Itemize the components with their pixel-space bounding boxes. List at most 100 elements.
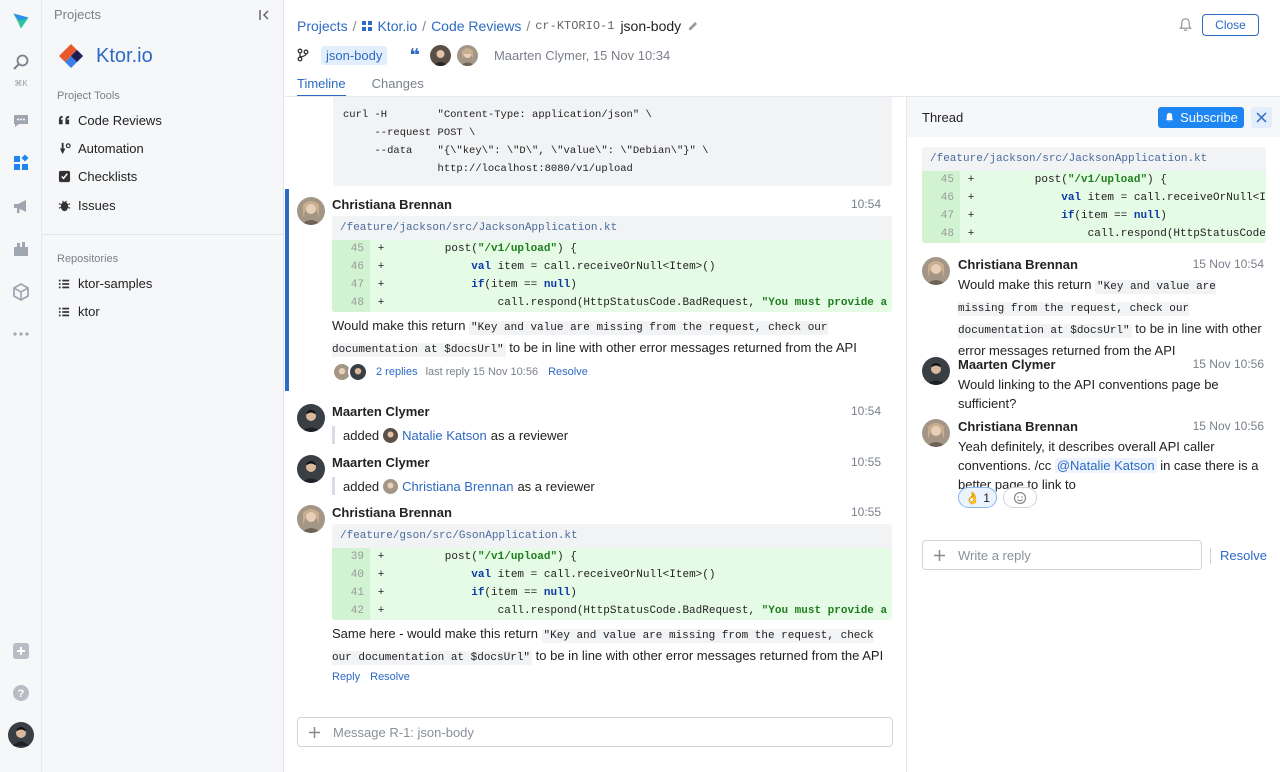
event-target[interactable]: Natalie Katson [402,428,487,443]
reviewer-avatar[interactable] [429,44,451,66]
reply-link[interactable]: Reply [332,671,360,683]
thread-header: Thread Subscribe [907,97,1280,137]
plus-icon[interactable] [933,549,946,562]
diff-file-path[interactable]: /feature/jackson/src/JacksonApplication.… [922,147,1266,171]
review-tabs: Timeline Changes [297,76,450,97]
sidebar-item-issues[interactable]: Issues [57,198,116,213]
event-target[interactable]: Christiana Brennan [402,479,513,494]
thread-message: Christiana Brennan 15 Nov 10:54 Would ma… [922,257,1266,358]
message-input[interactable]: Message R-1: json-body [297,717,893,747]
comment-body: Same here - would make this return "Key … [332,626,884,665]
message-author[interactable]: Christiana Brennan [958,257,1078,272]
resolve-link[interactable]: Resolve [370,671,410,683]
thread-panel: Thread Subscribe /feature/jackson/src/Ja… [906,97,1280,772]
tab-changes[interactable]: Changes [372,76,424,97]
planning-icon[interactable] [9,237,33,261]
subscribe-button[interactable]: Subscribe [1158,107,1244,128]
reply-placeholder: Write a reply [958,547,1031,563]
subscribe-label: Subscribe [1180,110,1238,125]
packages-icon[interactable] [9,280,33,304]
author-avatar[interactable] [297,455,325,483]
project-sidebar: Projects Ktor.io Project Tools Code Revi… [42,0,284,772]
thread-reply-input[interactable]: Write a reply [922,540,1202,570]
close-icon [1256,112,1267,123]
project-tools-heading: Project Tools [57,90,120,102]
megaphone-icon[interactable] [9,194,33,218]
sidebar-item-code-reviews[interactable]: Code Reviews [57,113,162,128]
author-avatar[interactable] [297,505,325,533]
sidebar-item-label: Code Reviews [78,113,162,128]
resolve-link[interactable]: Resolve [548,366,588,378]
crumb-code-reviews[interactable]: Code Reviews [431,18,521,34]
app-logo[interactable] [9,9,33,33]
crumb-project[interactable]: Ktor.io [377,18,417,34]
diff-line: 46 + val item = call.receiveOrNull<Ite [922,189,1266,207]
bell-icon[interactable] [1178,17,1193,32]
bug-icon [57,199,71,213]
sidebar-item-automation[interactable]: Automation [57,141,144,156]
search-icon[interactable] [9,50,33,74]
code-diff: /feature/gson/src/GsonApplication.kt 39 +… [332,524,892,620]
chat-icon[interactable] [9,109,33,133]
comment-body: Would make this return "Key and value ar… [332,318,857,357]
diff-line: 46 + val item = call.receiveOrNull<Item>(… [332,258,892,276]
review-quote-icon: ❝ [409,45,420,65]
sidebar-item-checklists[interactable]: Checklists [57,169,137,184]
event-action: added [343,427,380,443]
diff-line: 42 + call.respond(HttpStatusCode.BadReque… [332,602,892,620]
add-reaction-button[interactable] [1002,487,1037,508]
comment-time: 10:54 [850,197,881,211]
comment-author[interactable]: Christiana Brennan [332,197,452,212]
reaction-ok[interactable]: 👌 1 [958,487,997,508]
reviewer-avatar[interactable] [456,44,478,66]
repo-icon [57,277,71,291]
event-suffix: as a reviewer [490,427,569,443]
collapse-sidebar-icon[interactable] [257,8,271,22]
help-icon[interactable]: ? [9,681,33,705]
branch-badge[interactable]: json-body [321,45,388,65]
apps-icon[interactable] [9,151,33,175]
sidebar-item-ktor[interactable]: ktor [57,304,100,319]
author-avatar[interactable] [297,197,325,225]
active-thread-indicator [285,189,289,391]
timeline-comment[interactable]: Christiana Brennan 10:55 /feature/gson/s… [297,505,893,690]
comment-author[interactable]: Christiana Brennan [332,505,452,520]
user-avatar[interactable] [8,722,34,748]
author-avatar[interactable] [922,257,950,285]
thread-message: Maarten Clymer 15 Nov 10:56 Would linkin… [922,357,1266,412]
sidebar-divider [42,234,283,235]
event-action: added [343,478,380,494]
more-icon[interactable] [9,322,33,346]
close-thread-button[interactable] [1251,107,1272,128]
user-mention[interactable]: @Natalie Katson [1054,458,1157,473]
message-placeholder: Message R-1: json-body [333,724,474,740]
diff-line: 45 + post("/v1/upload") { [922,171,1266,189]
crumb-projects[interactable]: Projects [297,18,348,34]
sidebar-item-ktor-samples[interactable]: ktor-samples [57,276,152,291]
close-review-button[interactable]: Close [1202,14,1259,36]
project-title[interactable]: Ktor.io [57,42,153,70]
bell-icon [1165,112,1174,122]
add-icon[interactable] [9,639,33,663]
sidebar-header[interactable]: Projects [54,7,101,22]
replies-link[interactable]: 2 replies [376,366,418,378]
author-avatar[interactable] [922,419,950,447]
edit-pencil-icon[interactable] [687,20,699,32]
message-body: Would linking to the API conventions pag… [958,377,1219,411]
event-author[interactable]: Maarten Clymer [332,455,430,470]
diff-file-path[interactable]: /feature/gson/src/GsonApplication.kt [332,524,892,548]
event-author[interactable]: Maarten Clymer [332,404,430,419]
thread-title: Thread [922,110,964,125]
author-avatar[interactable] [922,357,950,385]
thread-resolve-button[interactable]: Resolve [1210,548,1267,564]
diff-file-path[interactable]: /feature/jackson/src/JacksonApplication.… [332,216,892,240]
author-avatar[interactable] [297,404,325,432]
tab-timeline[interactable]: Timeline [297,76,346,97]
message-author[interactable]: Maarten Clymer [958,357,1056,372]
plus-icon[interactable] [308,726,321,739]
timeline-comment[interactable]: Christiana Brennan 10:54 /feature/jackso… [297,197,893,392]
diff-line: 48 + call.respond(HttpStatusCode.BadReque… [332,294,892,312]
diff-line: 48 + call.respond(HttpStatusCode.E [922,225,1266,243]
message-author[interactable]: Christiana Brennan [958,419,1078,434]
main-panel: Projects / Ktor.io / Code Reviews / cr-K… [285,0,1280,772]
